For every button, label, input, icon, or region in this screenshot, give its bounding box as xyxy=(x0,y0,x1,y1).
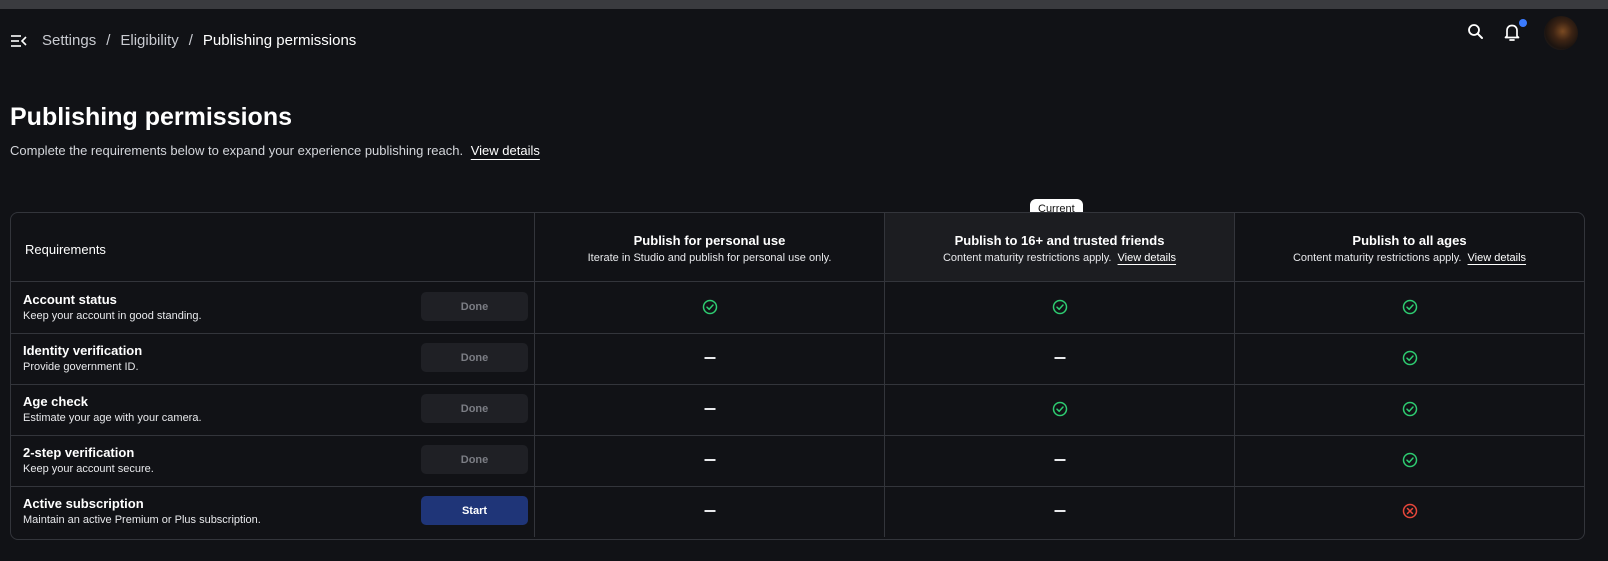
view-details-link[interactable]: View details xyxy=(1118,252,1177,264)
check-circle-icon xyxy=(1052,401,1068,417)
column-header-16-plus: Publish to 16+ and trusted friends Conte… xyxy=(885,213,1235,281)
dash-icon xyxy=(1054,510,1065,512)
status-cell xyxy=(885,332,1235,384)
requirement-description: Maintain an active Premium or Plus subsc… xyxy=(23,514,261,526)
breadcrumb-current: Publishing permissions xyxy=(202,32,357,49)
dash-icon xyxy=(704,357,715,359)
view-details-link[interactable]: View details xyxy=(471,143,540,158)
breadcrumb: Settings / Eligibility / Publishing perm… xyxy=(42,32,356,49)
requirement-description: Estimate your age with your camera. xyxy=(23,412,202,424)
table-row: Age check Estimate your age with your cam… xyxy=(11,383,1584,436)
dash-icon xyxy=(704,510,715,512)
table-row: Active subscription Maintain an active Pr… xyxy=(11,485,1584,537)
column-subtitle: Content maturity restrictions apply. Vie… xyxy=(1235,252,1584,264)
check-circle-icon xyxy=(1402,299,1418,315)
column-subtitle-text: Content maturity restrictions apply. xyxy=(1292,252,1462,264)
breadcrumb-settings[interactable]: Settings xyxy=(42,32,96,49)
status-cell xyxy=(885,434,1235,486)
x-circle-icon xyxy=(1402,503,1418,519)
status-cell xyxy=(535,332,885,384)
column-subtitle: Iterate in Studio and publish for person… xyxy=(535,252,884,264)
dash-icon xyxy=(1054,459,1065,461)
requirement-title: Account status xyxy=(23,292,117,307)
table-row: Account status Keep your account in good … xyxy=(11,281,1584,334)
requirement-cell: Age check Estimate your age with your cam… xyxy=(11,383,535,435)
table-header-row: Requirements Publish for personal use It… xyxy=(11,213,1584,282)
column-title: Publish to all ages xyxy=(1352,233,1467,248)
requirements-header: Requirements xyxy=(25,242,106,257)
requirement-cell: Identity verification Provide government … xyxy=(11,332,535,384)
notification-badge xyxy=(1519,19,1527,27)
requirements-header-cell: Requirements xyxy=(11,213,535,281)
permissions-table: Requirements Publish for personal use It… xyxy=(10,212,1585,540)
page-title: Publishing permissions xyxy=(10,103,292,131)
column-header-personal: Publish for personal use Iterate in Stud… xyxy=(535,213,885,281)
status-cell xyxy=(885,281,1235,333)
column-subtitle-text: Content maturity restrictions apply. xyxy=(942,252,1112,264)
requirement-description: Provide government ID. xyxy=(23,361,139,373)
search-icon[interactable] xyxy=(1466,22,1486,42)
status-cell xyxy=(1235,485,1584,537)
table-row: Identity verification Provide government … xyxy=(11,332,1584,385)
requirement-title: Active subscription xyxy=(23,496,144,511)
dash-icon xyxy=(1054,357,1065,359)
check-circle-icon xyxy=(1402,452,1418,468)
check-circle-icon xyxy=(702,299,718,315)
status-cell xyxy=(535,383,885,435)
status-cell xyxy=(535,281,885,333)
window-top-strip xyxy=(0,0,1608,9)
requirement-title: 2-step verification xyxy=(23,445,135,460)
breadcrumb-eligibility[interactable]: Eligibility xyxy=(120,32,178,49)
check-circle-icon xyxy=(1402,401,1418,417)
top-bar: Settings / Eligibility / Publishing perm… xyxy=(0,9,1608,73)
status-cell xyxy=(885,485,1235,537)
requirement-cell: 2-step verification Keep your account sec… xyxy=(11,434,535,486)
status-cell xyxy=(885,383,1235,435)
page-subtitle-text: Complete the requirements below to expan… xyxy=(10,143,464,158)
done-button[interactable]: Done xyxy=(421,343,528,372)
requirement-title: Age check xyxy=(23,394,89,409)
column-title: Publish for personal use xyxy=(633,233,786,248)
requirement-cell: Account status Keep your account in good … xyxy=(11,281,535,333)
avatar[interactable] xyxy=(1544,16,1578,50)
column-header-all-ages: Publish to all ages Content maturity res… xyxy=(1235,213,1584,281)
requirement-description: Keep your account in good standing. xyxy=(23,310,202,322)
status-cell xyxy=(1235,281,1584,333)
table-row: 2-step verification Keep your account sec… xyxy=(11,434,1584,487)
breadcrumb-separator: / xyxy=(106,32,111,49)
column-title: Publish to 16+ and trusted friends xyxy=(954,233,1165,248)
status-cell xyxy=(1235,434,1584,486)
done-button[interactable]: Done xyxy=(421,394,528,423)
check-circle-icon xyxy=(1052,299,1068,315)
status-cell xyxy=(535,485,885,537)
requirement-cell: Active subscription Maintain an active Pr… xyxy=(11,485,535,537)
dash-icon xyxy=(704,408,715,410)
menu-collapse-icon[interactable] xyxy=(10,34,28,48)
requirement-title: Identity verification xyxy=(23,343,143,358)
view-details-link[interactable]: View details xyxy=(1468,252,1527,264)
done-button[interactable]: Done xyxy=(421,292,528,321)
dash-icon xyxy=(704,459,715,461)
status-cell xyxy=(535,434,885,486)
breadcrumb-separator: / xyxy=(188,32,193,49)
check-circle-icon xyxy=(1402,350,1418,366)
column-subtitle: Content maturity restrictions apply. Vie… xyxy=(885,252,1234,264)
column-subtitle-text: Iterate in Studio and publish for person… xyxy=(587,252,832,264)
page-subtitle: Complete the requirements below to expan… xyxy=(10,143,540,158)
status-cell xyxy=(1235,332,1584,384)
start-button[interactable]: Start xyxy=(421,496,528,525)
requirement-description: Keep your account secure. xyxy=(23,463,154,475)
done-button[interactable]: Done xyxy=(421,445,528,474)
status-cell xyxy=(1235,383,1584,435)
